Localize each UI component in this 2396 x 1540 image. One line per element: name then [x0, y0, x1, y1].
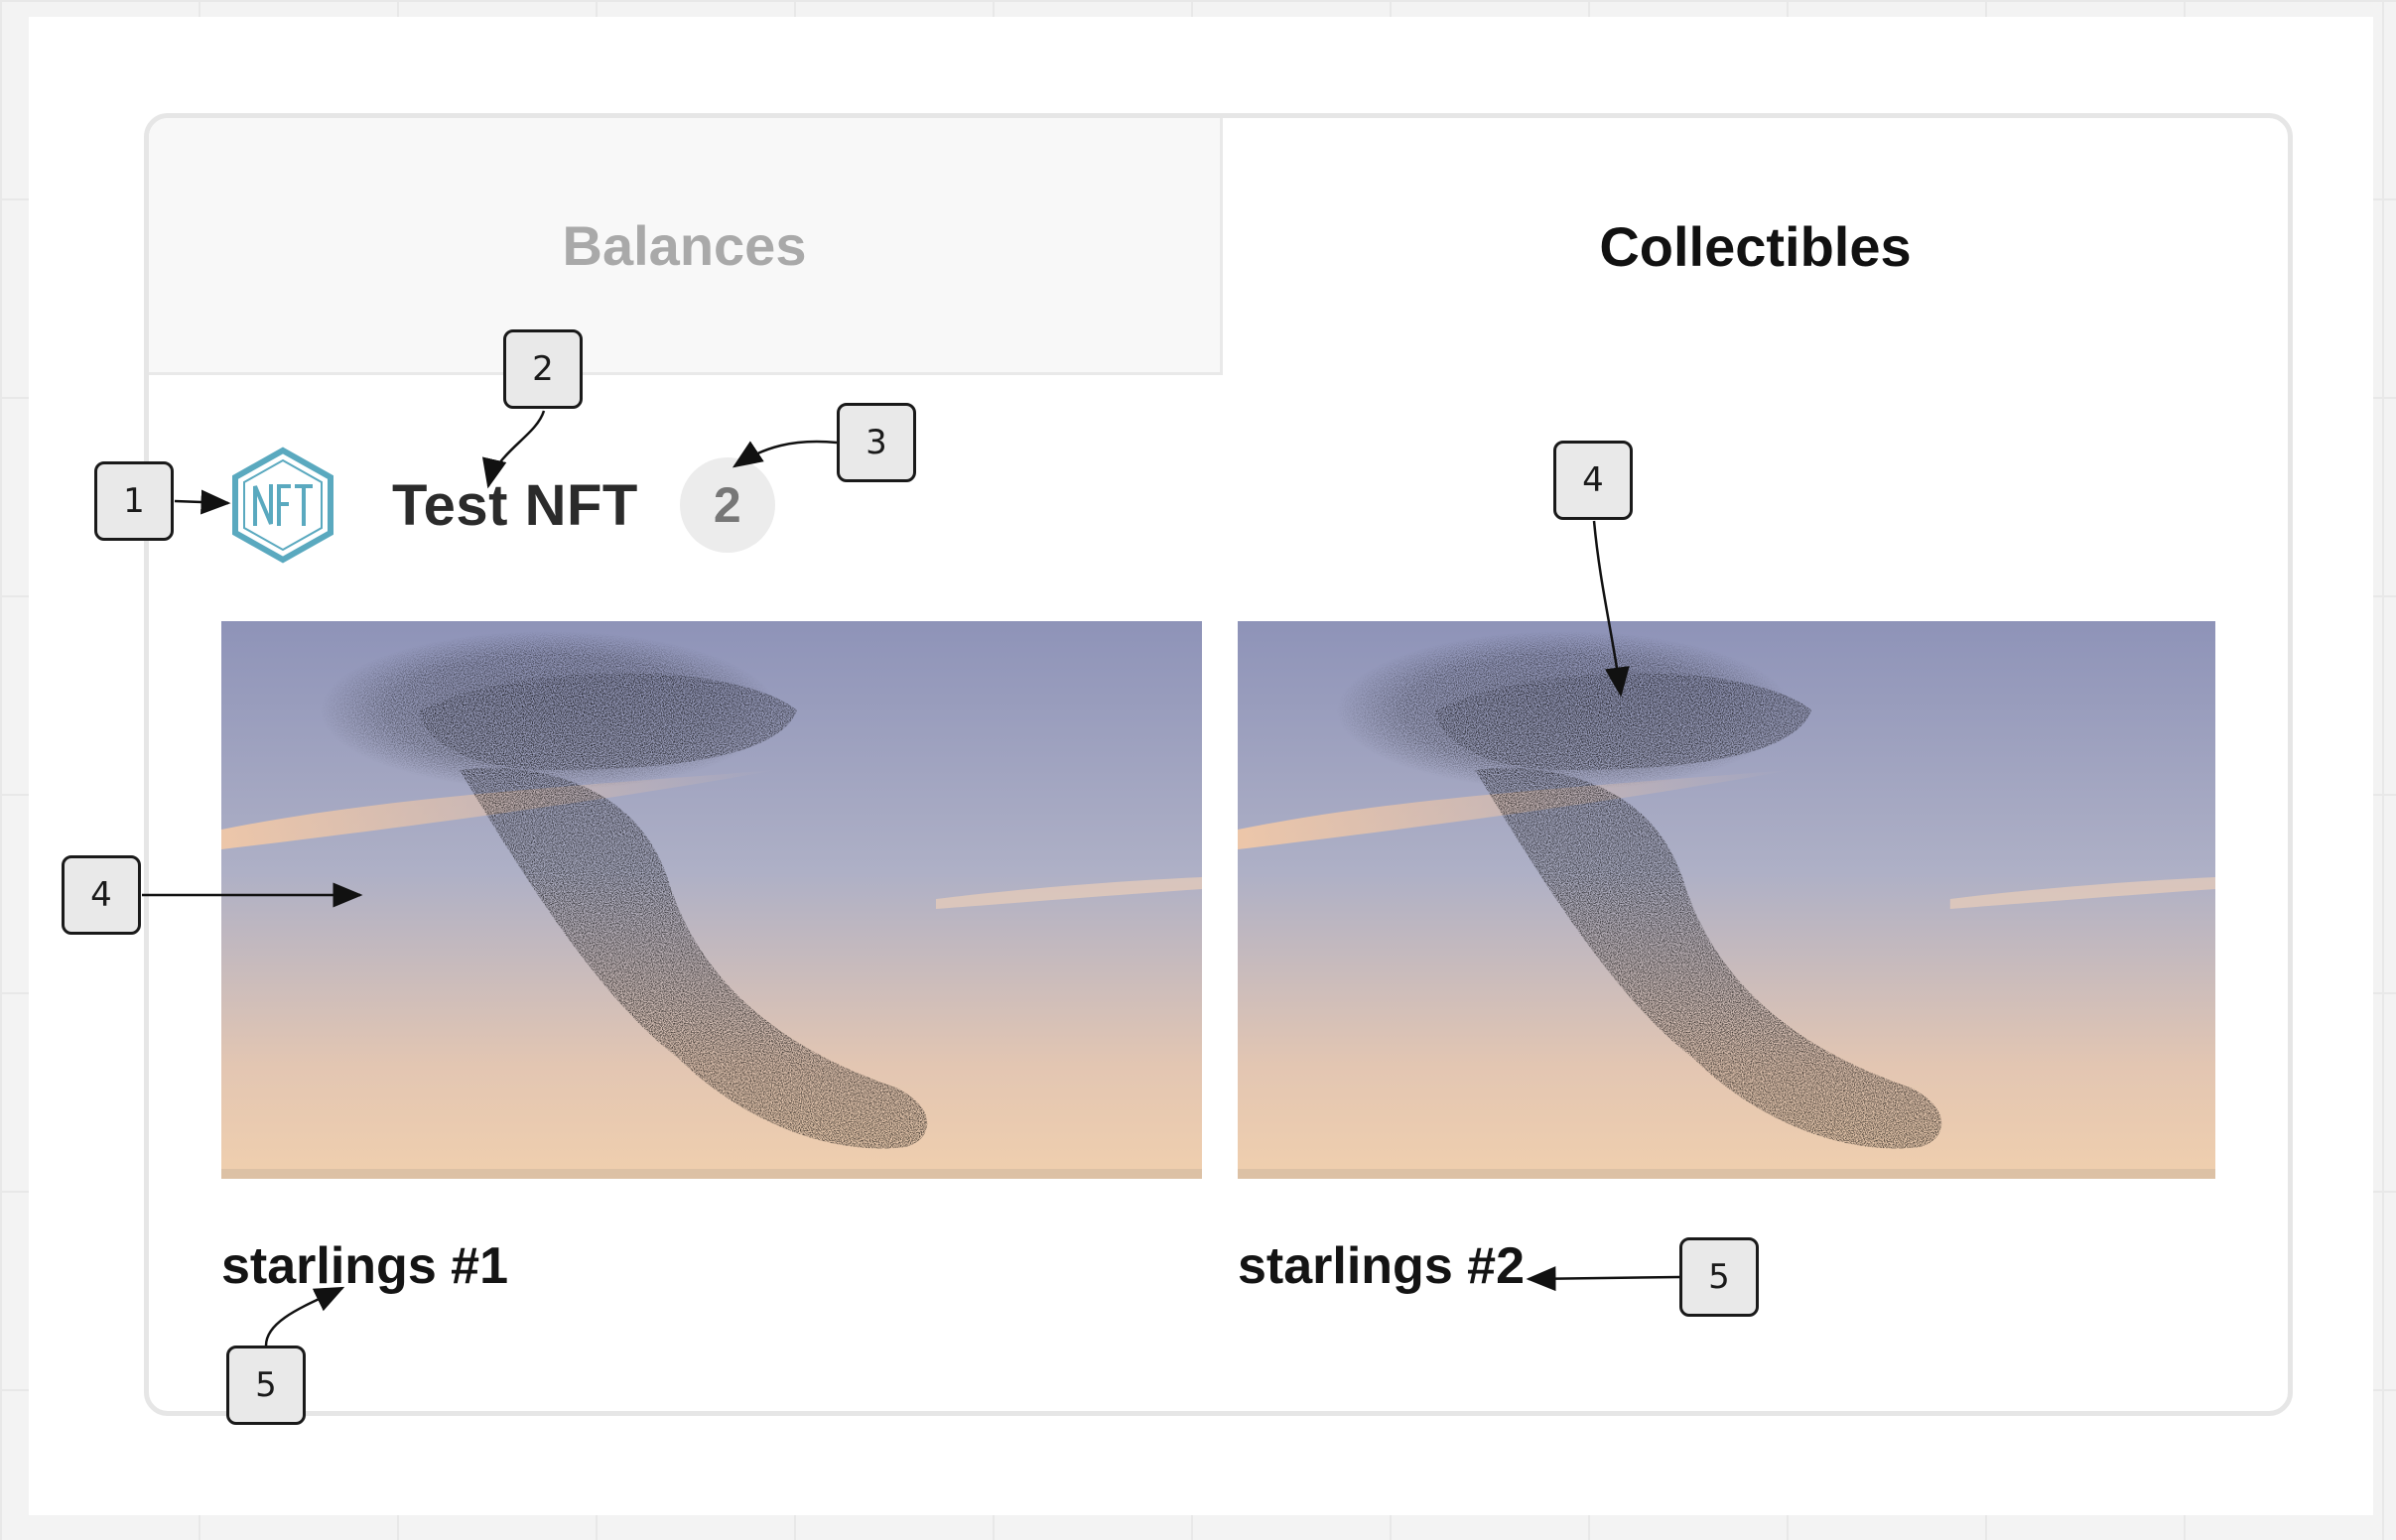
callout-5-left: 5 [226, 1346, 306, 1425]
nft-image[interactable] [221, 621, 1202, 1179]
collection-header: Test NFT 2 [231, 447, 775, 564]
tab-collectibles[interactable]: Collectibles [1223, 118, 2288, 375]
nft-card[interactable]: starlings #1 [221, 621, 1202, 1295]
nft-title: starlings #1 [221, 1237, 509, 1295]
nft-logo-icon [232, 447, 333, 564]
nft-card[interactable]: starlings #2 [1238, 621, 2215, 1295]
collection-count-badge: 2 [679, 457, 775, 553]
callout-4-right: 4 [1553, 441, 1633, 520]
nft-title: starlings #2 [1238, 1237, 1526, 1295]
tab-balances[interactable]: Balances [149, 118, 1223, 375]
callout-4-left: 4 [62, 855, 141, 935]
callout-2: 2 [503, 329, 583, 409]
callout-5-right: 5 [1679, 1237, 1759, 1317]
callout-1: 1 [94, 461, 174, 541]
collection-name[interactable]: Test NFT [392, 472, 638, 539]
nft-image[interactable] [1238, 621, 2215, 1179]
callout-3: 3 [837, 403, 916, 482]
